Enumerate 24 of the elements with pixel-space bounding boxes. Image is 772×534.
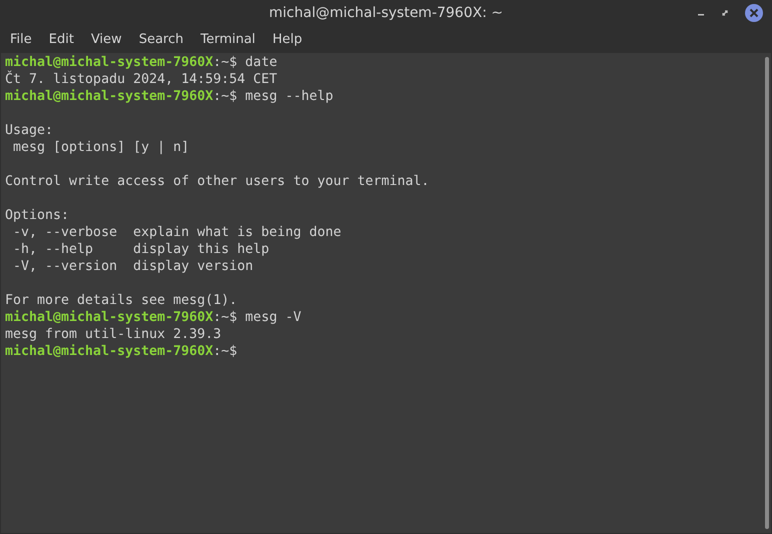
window-title: michal@michal-system-7960X: ~ [269,4,503,23]
menu-item[interactable]: Help [264,30,310,50]
output-line: -v, --verbose explain what is being done [12,224,342,241]
output-line: -V, --version display version [12,258,254,275]
maximize-icon[interactable] [720,8,730,18]
prompt-line: michal@michal-system-7960X:~$ mesg --help [5,88,334,105]
output-line: Control write access of other users to your terminal. [5,173,430,190]
menu-item[interactable]: Search [130,30,192,50]
output-line: -h, --help display this help [12,241,270,258]
output-line: Options: [5,207,70,224]
prompt-line: michal@michal-system-7960X:~$ [5,343,238,360]
scrollbar-thumb[interactable] [765,57,769,529]
menu-item[interactable]: Terminal [192,30,264,50]
prompt-line: michal@michal-system-7960X:~$ mesg -V [5,309,302,326]
menu-item[interactable]: File [2,30,40,50]
output-line: Usage: [5,122,54,139]
menu-item[interactable]: View [82,30,130,50]
output-line: mesg from util-linux 2.39.3 [5,326,222,343]
output-line: For more details see mesg(1). [5,292,238,309]
menu-item[interactable]: Edit [40,30,82,50]
output-line: mesg [options] [y | n] [12,139,190,156]
prompt-line: michal@michal-system-7960X:~$ date [5,54,278,70]
close-icon[interactable] [744,3,764,23]
output-line: Čt 7. listopadu 2024, 14:59:54 CET [5,71,278,88]
